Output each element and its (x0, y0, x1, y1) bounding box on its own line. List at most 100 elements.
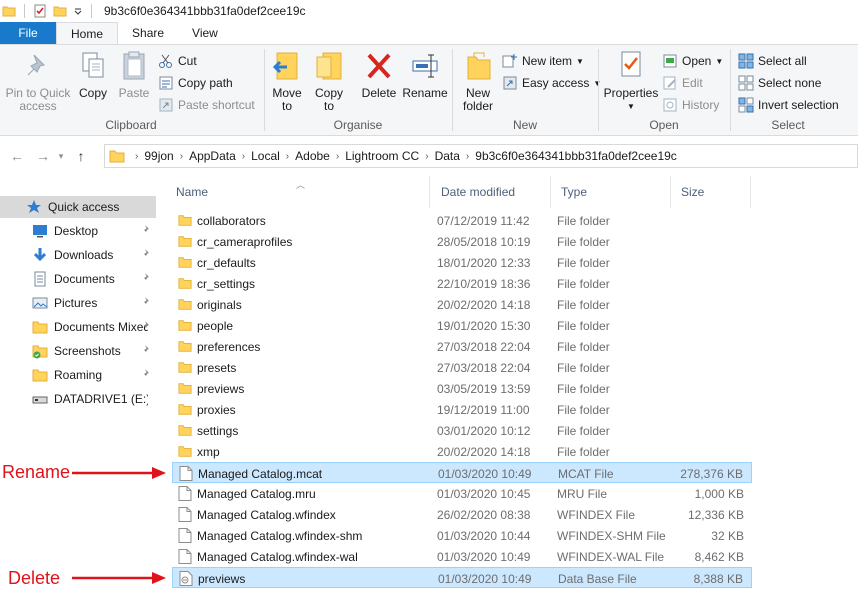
file-name: previews (197, 382, 245, 396)
file-name: settings (197, 424, 239, 438)
breadcrumb-adobe[interactable]: Adobe (289, 149, 336, 163)
breadcrumb-lightroom-cc[interactable]: Lightroom CC (339, 149, 425, 163)
table-row[interactable]: people 19/01/2020 15:30 File folder (172, 315, 752, 336)
tab-view[interactable]: View (178, 22, 232, 44)
table-row[interactable]: Managed Catalog.mru 01/03/2020 10:45 MRU F… (172, 483, 752, 504)
open-button[interactable]: Open ▼ (662, 51, 723, 71)
back-button[interactable]: ← (6, 145, 28, 167)
file-date-modified: 27/03/2018 22:04 (437, 340, 531, 354)
table-row[interactable]: cr_defaults 18/01/2020 12:33 File folder (172, 252, 752, 273)
file-date-modified: 19/01/2020 15:30 (437, 319, 531, 333)
table-row[interactable]: originals 20/02/2020 14:18 File folder (172, 294, 752, 315)
table-row[interactable]: Managed Catalog.wfindex-shm 01/03/2020 10… (172, 525, 752, 546)
properties-button[interactable]: Properties ▼ (602, 49, 660, 113)
column-header-name[interactable]: Name (166, 176, 430, 208)
paste-button[interactable]: Paste (116, 49, 152, 100)
address-bar[interactable]: › 99jon › AppData › Local › Adobe › Ligh… (104, 144, 858, 168)
sidebar-item-label: DATADRIVE1 (E:) (54, 392, 148, 406)
file-name: Managed Catalog.mcat (198, 467, 323, 481)
file-date-modified: 07/12/2019 11:42 (437, 214, 530, 228)
table-row[interactable]: presets 27/03/2018 22:04 File folder (172, 357, 752, 378)
customize-toolbar-icon[interactable] (73, 4, 83, 18)
select-none-icon (738, 75, 754, 91)
table-row[interactable]: cr_settings 22/10/2019 18:36 File folder (172, 273, 752, 294)
rename-button[interactable]: Rename (402, 49, 448, 100)
table-row[interactable]: previews 03/05/2019 13:59 File folder (172, 378, 752, 399)
column-header-type[interactable]: Type (551, 176, 671, 208)
copy-path-button[interactable]: Copy path (158, 73, 233, 93)
delete-button[interactable]: Delete (358, 49, 400, 100)
sidebar-item-pictures[interactable]: Pictures (0, 292, 156, 314)
easy-access-button[interactable]: Easy access ▼ (502, 73, 601, 93)
file-type: File folder (557, 382, 610, 396)
file-list: Name Date modified Type Size collaborato… (166, 176, 858, 607)
open-label: Open (682, 54, 712, 68)
sidebar-item-documents[interactable]: Documents (0, 268, 156, 290)
table-row[interactable]: collaborators 07/12/2019 11:42 File folder (172, 210, 752, 231)
column-header-size[interactable]: Size (671, 176, 751, 208)
breadcrumb-99jon[interactable]: 99jon (138, 149, 179, 163)
table-row[interactable]: xmp 20/02/2020 14:18 File folder (172, 441, 752, 462)
forward-button[interactable]: → (32, 145, 54, 167)
delete-arrow-icon (72, 572, 166, 584)
tab-home[interactable]: Home (56, 22, 119, 45)
select-all-button[interactable]: Select all (738, 51, 807, 71)
file-type: WFINDEX File (557, 508, 635, 522)
table-row[interactable]: Managed Catalog.wfindex-wal 01/03/2020 10… (172, 546, 752, 567)
breadcrumb-local[interactable]: Local (245, 149, 286, 163)
table-row[interactable]: settings 03/01/2020 10:12 File folder (172, 420, 752, 441)
copy-button[interactable]: Copy (76, 49, 110, 100)
edit-button[interactable]: Edit (662, 73, 703, 93)
back-arrow-icon: ← (10, 148, 24, 164)
folder-icon (178, 444, 192, 459)
history-button[interactable]: History (662, 95, 719, 115)
sidebar-item-label: Screenshots (54, 344, 121, 358)
select-none-button[interactable]: Select none (738, 73, 821, 93)
tab-file[interactable]: File (0, 22, 56, 44)
new-folder-button[interactable]: New folder (458, 49, 498, 113)
table-row[interactable]: previews 01/03/2020 10:49 Data Base File 8,… (172, 567, 752, 588)
sidebar-item-downloads[interactable]: Downloads (0, 244, 156, 266)
invert-selection-button[interactable]: Invert selection (738, 95, 839, 115)
new-folder-icon[interactable] (53, 4, 67, 18)
breadcrumb-appdata[interactable]: AppData (183, 149, 242, 163)
table-row[interactable]: proxies 19/12/2019 11:00 File folder (172, 399, 752, 420)
cut-button[interactable]: Cut (158, 51, 197, 71)
file-size: 1,000 KB (694, 487, 744, 501)
pin-to-quick-access-button[interactable]: Pin to Quick access (4, 49, 72, 113)
copy-label: Copy (78, 86, 107, 100)
copy-to-button[interactable]: Copy to (312, 49, 346, 113)
breadcrumb-data[interactable]: Data (429, 149, 466, 163)
table-row[interactable]: preferences 27/03/2018 22:04 File folder (172, 336, 752, 357)
table-row[interactable]: cr_cameraprofiles 28/05/2018 10:19 File fo… (172, 231, 752, 252)
breadcrumb-current-folder[interactable]: 9b3c6f0e364341bbb31fa0def2cee19c (469, 149, 683, 163)
file-size: 8,388 KB (693, 572, 743, 586)
file-size: 8,462 KB (694, 550, 744, 564)
table-row[interactable]: Managed Catalog.wfindex 26/02/2020 08:38 W… (172, 504, 752, 525)
sidebar-item-screenshots[interactable]: Screenshots (0, 340, 156, 362)
group-separator (264, 49, 265, 131)
table-row[interactable]: Managed Catalog.mcat 01/03/2020 10:49 MCAT… (172, 462, 752, 483)
move-to-button[interactable]: Move to (270, 49, 304, 113)
drive-icon (32, 391, 48, 407)
folder-icon (32, 367, 48, 383)
file-icon (178, 528, 192, 543)
pin-icon (140, 320, 152, 332)
tab-share[interactable]: Share (118, 22, 178, 44)
new-item-button[interactable]: New item ▼ (502, 51, 584, 71)
copy-path-icon (159, 76, 173, 90)
sidebar-item-label: Documents Mixed (54, 320, 148, 334)
properties-check-icon[interactable] (33, 4, 47, 18)
sidebar-item-quick-access[interactable]: Quick access (0, 196, 156, 218)
sidebar-item-desktop[interactable]: Desktop (0, 220, 156, 242)
recent-locations-button[interactable]: ▾ (54, 145, 68, 167)
up-button[interactable]: ↑ (70, 145, 92, 167)
sidebar-item-datadrive1-e[interactable]: DATADRIVE1 (E:) (0, 388, 156, 410)
sidebar-item-roaming[interactable]: Roaming (0, 364, 156, 386)
history-icon (663, 98, 677, 112)
paste-shortcut-button[interactable]: Paste shortcut (158, 95, 255, 115)
column-header-date-modified[interactable]: Date modified (431, 176, 551, 208)
sidebar-item-documents-mixed[interactable]: Documents Mixed (0, 316, 156, 338)
file-icon (178, 549, 192, 564)
pin-icon (140, 272, 152, 284)
